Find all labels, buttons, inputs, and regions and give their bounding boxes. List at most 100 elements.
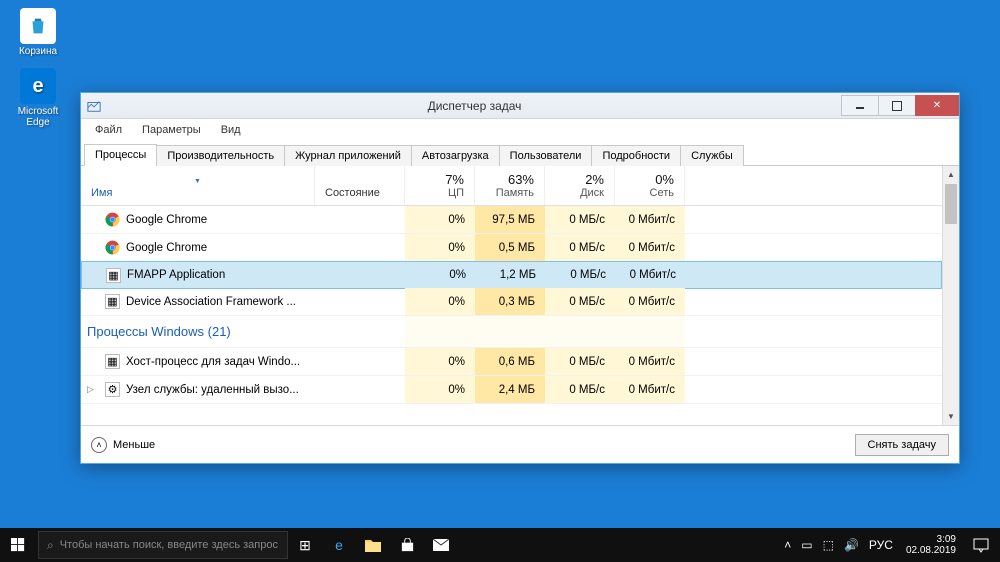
cell-name: Google Chrome [81, 234, 315, 261]
cell-state [315, 348, 405, 375]
cell-cpu: 0% [405, 234, 475, 261]
tray-up-icon[interactable]: ˄ [781, 538, 794, 552]
menu-view[interactable]: Вид [211, 121, 251, 139]
scroll-thumb[interactable] [945, 184, 957, 224]
col-cpu[interactable]: 7%ЦП [405, 166, 475, 205]
end-task-button[interactable]: Снять задачу [855, 434, 950, 456]
cell-memory: 0,3 МБ [475, 288, 545, 315]
table-row[interactable]: Google Chrome0%0,5 МБ0 МБ/с0 Мбит/с [81, 234, 942, 262]
table-row[interactable]: Google Chrome0%97,5 МБ0 МБ/с0 Мбит/с [81, 206, 942, 234]
titlebar[interactable]: Диспетчер задач [81, 93, 959, 119]
col-name[interactable]: ▼ Имя [81, 166, 315, 205]
cell-memory: 2,4 МБ [475, 376, 545, 403]
cell-state [315, 288, 405, 315]
scroll-up-icon[interactable]: ▲ [943, 166, 959, 183]
table-row[interactable]: ▦Хост-процесс для задач Windo...0%0,6 МБ… [81, 348, 942, 376]
cell-disk: 0 МБ/с [545, 348, 615, 375]
taskbar-store-icon[interactable] [390, 528, 424, 562]
cell-disk: 0 МБ/с [546, 262, 616, 288]
fewer-details-button[interactable]: ˄ Меньше [91, 437, 155, 453]
taskbar-explorer-icon[interactable] [356, 528, 390, 562]
tab-app-history[interactable]: Журнал приложений [284, 145, 412, 166]
cell-network: 0 Мбит/с [615, 376, 685, 403]
expand-icon[interactable]: ▷ [87, 384, 97, 395]
cell-cpu: 0% [406, 262, 476, 288]
cell-disk: 0 МБ/с [545, 234, 615, 261]
task-view-button[interactable]: ⊞ [288, 528, 322, 562]
scroll-down-icon[interactable]: ▼ [943, 408, 959, 425]
cell-name: ▷⚙Узел службы: удаленный вызо... [81, 376, 315, 403]
menu-file[interactable]: Файл [85, 121, 132, 139]
menubar: Файл Параметры Вид [81, 119, 959, 141]
sort-indicator-icon: ▼ [194, 178, 201, 185]
cell-memory: 97,5 МБ [475, 206, 545, 233]
desktop-icon-label: Корзина [8, 46, 68, 57]
cell-disk: 0 МБ/с [545, 206, 615, 233]
tab-startup[interactable]: Автозагрузка [411, 145, 500, 166]
chrome-icon [105, 212, 120, 227]
search-input[interactable]: ⌕ Чтобы начать поиск, введите здесь запр… [38, 531, 288, 559]
table-row[interactable]: ▦FMAPP Application 0%1,2 МБ0 МБ/с0 Мбит/с [81, 261, 942, 289]
window-title: Диспетчер задач [107, 99, 842, 113]
process-table: ▼ Имя Состояние 7%ЦП 63%Память 2%Диск 0%… [81, 166, 959, 425]
tray-network-icon[interactable]: ⬚ [820, 538, 837, 552]
edge-icon: e [20, 68, 56, 104]
cell-network: 0 Мбит/с [616, 262, 686, 288]
tab-processes[interactable]: Процессы [84, 144, 157, 166]
cell-name: ▦FMAPP Application [82, 262, 316, 288]
group-header-row[interactable]: Процессы Windows (21) [81, 316, 942, 348]
cell-state [316, 262, 406, 288]
cell-state [315, 206, 405, 233]
desktop-icon-recycle-bin[interactable]: Корзина [8, 8, 68, 57]
cell-disk: 0 МБ/с [545, 376, 615, 403]
cell-name: Google Chrome [81, 206, 315, 233]
col-network[interactable]: 0%Сеть [615, 166, 685, 205]
tray-battery-icon[interactable]: ▭ [798, 538, 815, 552]
cell-network: 0 Мбит/с [615, 288, 685, 315]
app-icon [81, 99, 107, 113]
table-header: ▼ Имя Состояние 7%ЦП 63%Память 2%Диск 0%… [81, 166, 942, 206]
cell-cpu: 0% [405, 288, 475, 315]
tabbar: Процессы Производительность Журнал прило… [81, 141, 959, 166]
tab-performance[interactable]: Производительность [156, 145, 285, 166]
action-center-icon[interactable] [966, 530, 996, 560]
taskbar: ⌕ Чтобы начать поиск, введите здесь запр… [0, 528, 1000, 562]
search-icon: ⌕ [47, 538, 54, 553]
cell-memory: 1,2 МБ [476, 262, 546, 288]
table-row[interactable]: ▷⚙Узел службы: удаленный вызо...0%2,4 МБ… [81, 376, 942, 404]
group-label: Процессы Windows (21) [81, 316, 315, 347]
col-memory[interactable]: 63%Память [475, 166, 545, 205]
recycle-bin-icon [20, 8, 56, 44]
tray-volume-icon[interactable]: 🔊 [841, 538, 862, 552]
cell-state [315, 234, 405, 261]
app-icon: ▦ [105, 294, 120, 309]
cell-disk: 0 МБ/с [545, 288, 615, 315]
tab-details[interactable]: Подробности [591, 145, 681, 166]
taskbar-edge-icon[interactable]: e [322, 528, 356, 562]
tab-services[interactable]: Службы [680, 145, 744, 166]
tray-clock[interactable]: 3:09 02.08.2019 [900, 534, 962, 556]
chrome-icon [105, 240, 120, 255]
cell-network: 0 Мбит/с [615, 206, 685, 233]
cell-cpu: 0% [405, 348, 475, 375]
vertical-scrollbar[interactable]: ▲ ▼ [942, 166, 959, 425]
table-row[interactable]: ▦Device Association Framework ... 0%0,3 М… [81, 288, 942, 316]
desktop-icon-edge[interactable]: e Microsoft Edge [8, 68, 68, 128]
cell-name: ▦Device Association Framework ... [81, 288, 315, 315]
app-icon: ▦ [106, 268, 121, 283]
minimize-button[interactable] [841, 95, 879, 116]
tab-users[interactable]: Пользователи [499, 145, 593, 166]
service-icon: ⚙ [105, 382, 120, 397]
cell-memory: 0,6 МБ [475, 348, 545, 375]
col-disk[interactable]: 2%Диск [545, 166, 615, 205]
app-icon: ▦ [105, 354, 120, 369]
tray-language[interactable]: РУС [866, 538, 896, 552]
cell-memory: 0,5 МБ [475, 234, 545, 261]
start-button[interactable] [0, 528, 36, 562]
col-state[interactable]: Состояние [315, 166, 405, 205]
taskbar-mail-icon[interactable] [424, 528, 458, 562]
task-manager-window: Диспетчер задач Файл Параметры Вид Проце… [80, 92, 960, 464]
menu-options[interactable]: Параметры [132, 121, 211, 139]
maximize-button[interactable] [878, 95, 916, 116]
close-button[interactable] [915, 95, 959, 116]
